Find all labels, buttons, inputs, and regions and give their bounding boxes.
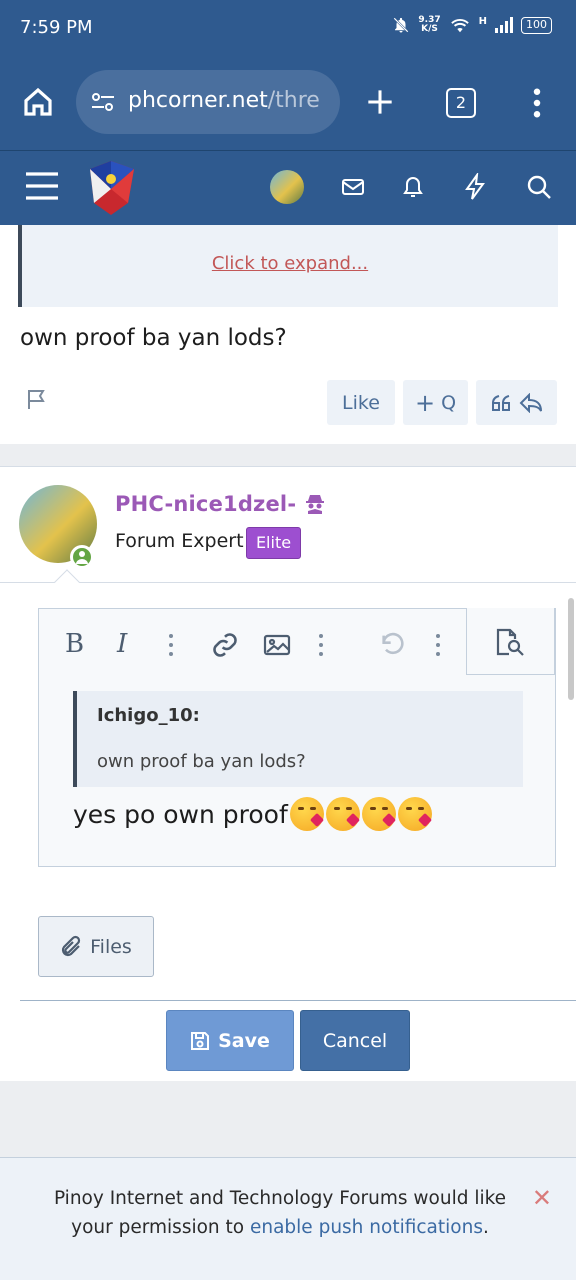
- like-label: Like: [342, 391, 380, 414]
- url-host: phcorner.net: [128, 88, 268, 113]
- reply-username[interactable]: PHC-nice1dzel-: [115, 492, 326, 516]
- save-icon: [191, 1031, 210, 1050]
- reply-arrow-icon: [519, 392, 542, 413]
- more-insert-options-icon[interactable]: [317, 633, 325, 657]
- alerts-bell-icon[interactable]: [401, 173, 425, 199]
- whats-new-bolt-icon[interactable]: [464, 173, 486, 201]
- quote-author: Ichigo_10:: [97, 705, 200, 726]
- mute-bell-icon: [393, 17, 409, 33]
- form-divider: [20, 1000, 576, 1001]
- quick-quote-button[interactable]: + Q: [403, 380, 468, 425]
- reply-text: yes po own proof: [73, 799, 288, 829]
- network-type: H: [478, 15, 487, 27]
- site-settings-icon[interactable]: [90, 92, 116, 112]
- status-icons: 9.37 K/S H 100: [392, 16, 552, 34]
- browser-menu-icon[interactable]: [530, 88, 544, 118]
- insert-image-icon[interactable]: [263, 633, 291, 657]
- hamburger-menu-icon[interactable]: [25, 171, 59, 201]
- tab-switcher-button[interactable]: 2: [446, 88, 476, 118]
- quote-icon: [491, 394, 510, 411]
- site-header: [0, 150, 576, 225]
- reply-content[interactable]: yes po own proof: [73, 797, 432, 831]
- cancel-label: Cancel: [322, 1029, 388, 1052]
- close-icon[interactable]: ✕: [532, 1184, 552, 1212]
- username-text: PHC-nice1dzel-: [115, 492, 297, 516]
- click-to-expand-link[interactable]: Click to expand...: [22, 253, 558, 274]
- home-icon[interactable]: [22, 86, 54, 118]
- italic-icon[interactable]: I: [117, 629, 127, 659]
- post-message: own proof ba yan lods?: [20, 325, 287, 351]
- preview-button[interactable]: [466, 608, 555, 675]
- battery-indicator: 100: [521, 16, 552, 34]
- push-notification-notice: Pinoy Internet and Technology Forums wou…: [0, 1157, 576, 1280]
- more-editor-options-icon[interactable]: [434, 633, 442, 657]
- enable-push-notifications-link[interactable]: enable push notifications: [250, 1217, 483, 1238]
- kissing-face-emoji: [361, 797, 396, 831]
- report-flag-icon[interactable]: [26, 388, 48, 410]
- quoted-block: Click to expand...: [18, 225, 558, 307]
- site-logo[interactable]: [84, 159, 138, 217]
- reply-editor[interactable]: B I Ichigo_10: own proof ba yan lods? ye…: [38, 608, 556, 867]
- editor-quote-block: Ichigo_10: own proof ba yan lods?: [73, 691, 523, 787]
- net-speed: 9.37 K/S: [418, 16, 440, 34]
- kissing-face-emoji: [397, 797, 432, 831]
- notice-text: Pinoy Internet and Technology Forums wou…: [40, 1184, 520, 1242]
- plus-icon: +: [414, 388, 436, 417]
- address-bar[interactable]: phcorner.net/thre: [76, 70, 340, 134]
- files-label: Files: [90, 935, 132, 958]
- divider: [0, 582, 576, 583]
- net-speed-unit: K/S: [421, 24, 438, 34]
- status-time: 7:59 PM: [20, 17, 93, 38]
- user-title: Forum Expert: [115, 530, 244, 552]
- wifi-icon: [450, 19, 469, 33]
- like-button[interactable]: Like: [327, 380, 395, 425]
- new-tab-icon[interactable]: [366, 88, 394, 116]
- undo-icon[interactable]: [379, 631, 407, 659]
- inbox-icon[interactable]: [341, 175, 365, 199]
- url-path: /thre: [267, 88, 320, 113]
- search-icon[interactable]: [526, 174, 552, 200]
- url-text: phcorner.net/thre: [128, 88, 320, 113]
- signal-icon: [495, 17, 513, 33]
- user-avatar-small[interactable]: [270, 170, 304, 204]
- editor-toolbar: B I: [39, 608, 555, 677]
- paperclip-icon: [62, 935, 81, 956]
- more-text-options-icon[interactable]: [167, 633, 175, 657]
- bold-icon[interactable]: B: [65, 629, 84, 659]
- online-status-icon: [70, 545, 94, 569]
- status-bar: 7:59 PM 9.37 K/S H 100: [0, 0, 576, 56]
- browser-toolbar: phcorner.net/thre 2: [0, 56, 576, 150]
- user-rank-badge: Elite: [246, 527, 301, 559]
- spy-user-icon: [305, 495, 324, 514]
- insert-link-icon[interactable]: [211, 631, 239, 659]
- tab-count: 2: [455, 93, 467, 112]
- quote-text: own proof ba yan lods?: [97, 751, 306, 772]
- attach-files-button[interactable]: Files: [38, 916, 154, 977]
- quick-quote-label: Q: [441, 391, 457, 414]
- preview-icon: [496, 628, 524, 656]
- quote-reply-button[interactable]: [476, 380, 557, 425]
- save-button[interactable]: Save: [166, 1010, 294, 1071]
- kissing-face-emoji: [325, 797, 360, 831]
- cancel-button[interactable]: Cancel: [300, 1010, 410, 1071]
- notice-text-after: .: [482, 1217, 489, 1238]
- save-label: Save: [218, 1029, 270, 1052]
- kissing-face-emoji: [289, 797, 324, 831]
- scrollbar[interactable]: [568, 598, 574, 700]
